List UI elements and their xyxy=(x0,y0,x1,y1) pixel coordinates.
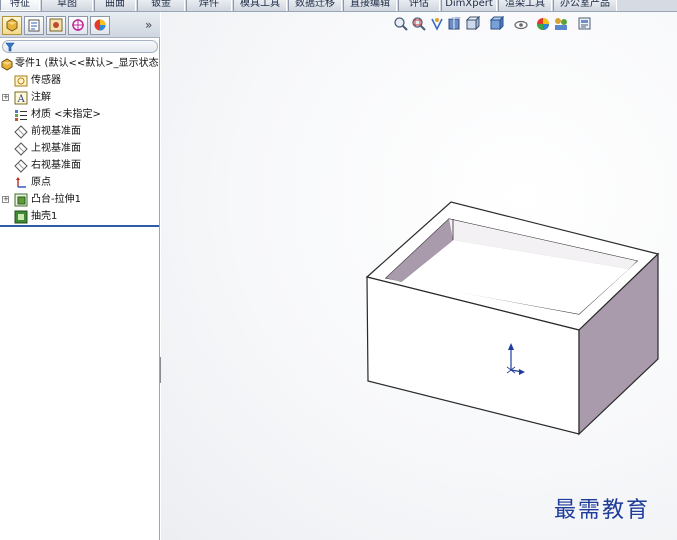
tree-item-label: 原点 xyxy=(31,177,51,188)
feature-manager-panel: » 零件1 (默认<<默认>_显示状态 传感器 + A 注解 材质 <未指定> xyxy=(0,12,160,540)
display-manager-icon xyxy=(94,19,106,31)
tab-weldments[interactable]: 焊件 xyxy=(186,0,232,11)
configuration-manager-tab[interactable] xyxy=(46,16,66,35)
solidworks-window: 特征 草图 曲面 钣金 焊件 模具工具 数据迁移 直接编辑 评估 DimXper… xyxy=(0,0,677,540)
dimxpert-manager-tab[interactable] xyxy=(68,16,88,35)
tab-office-products[interactable]: 办公室产品 xyxy=(553,0,617,11)
tab-evaluate[interactable]: 评估 xyxy=(398,0,440,11)
shell-icon xyxy=(14,210,28,224)
plane-icon xyxy=(14,159,28,173)
tab-dimxpert[interactable]: DimXpert xyxy=(441,0,497,11)
origin-icon xyxy=(16,177,26,188)
tree-item-boss-extrude[interactable]: + 凸台-拉伸1 xyxy=(0,192,160,208)
plane-icon xyxy=(14,142,28,156)
tab-data-migration[interactable]: 数据迁移 xyxy=(288,0,342,11)
tab-features[interactable]: 特征 xyxy=(0,0,40,11)
svg-text:A: A xyxy=(17,94,26,105)
tree-item-label: 凸台-拉伸1 xyxy=(31,194,81,205)
tree-item-label: 材质 <未指定> xyxy=(31,109,101,120)
dimxpert-manager-icon xyxy=(72,19,84,31)
tree-item-material[interactable]: 材质 <未指定> xyxy=(0,107,160,123)
tree-item-origin[interactable]: 原点 xyxy=(0,175,160,191)
part-model-3d[interactable] xyxy=(161,12,677,540)
tree-item-label: 上视基准面 xyxy=(31,143,81,154)
sensor-icon xyxy=(14,75,28,87)
tree-item-top-plane[interactable]: 上视基准面 xyxy=(0,141,160,157)
tree-item-shell[interactable]: 抽壳1 xyxy=(0,209,160,225)
expand-toggle[interactable]: + xyxy=(2,196,9,203)
panel-tab-bar: » xyxy=(0,12,160,38)
tab-direct-editing[interactable]: 直接编辑 xyxy=(343,0,397,11)
feature-manager-tab[interactable] xyxy=(2,16,22,35)
command-manager-tabs: 特征 草图 曲面 钣金 焊件 模具工具 数据迁移 直接编辑 评估 DimXper… xyxy=(0,0,677,12)
tree-item-label: 右视基准面 xyxy=(31,160,81,171)
tree-item-label: 抽壳1 xyxy=(31,211,58,222)
watermark-text: 最需教育 xyxy=(554,498,651,523)
boss-extrude-icon xyxy=(14,193,28,207)
configuration-manager-icon xyxy=(49,18,63,32)
tab-render-tools[interactable]: 渲染工具 xyxy=(498,0,552,11)
annotation-icon: A xyxy=(14,91,28,105)
graphics-area[interactable]: 最需教育 xyxy=(161,12,677,540)
tree-root-label: 零件1 (默认<<默认>_显示状态 xyxy=(15,58,159,69)
tab-mold-tools[interactable]: 模具工具 xyxy=(233,0,287,11)
expand-toggle[interactable]: + xyxy=(2,94,9,101)
tree-item-annotations[interactable]: + A 注解 xyxy=(0,90,160,106)
tree-item-right-plane[interactable]: 右视基准面 xyxy=(0,158,160,174)
part-icon xyxy=(1,58,13,71)
tree-item-sensors[interactable]: 传感器 xyxy=(0,73,160,89)
tree-item-label: 前视基准面 xyxy=(31,126,81,137)
tree-item-label: 注解 xyxy=(31,92,51,103)
feature-manager-icon xyxy=(6,18,18,32)
rollback-bar[interactable] xyxy=(0,225,159,227)
display-manager-tab[interactable] xyxy=(90,16,110,35)
plane-icon xyxy=(14,125,28,139)
tree-root-part[interactable]: 零件1 (默认<<默认>_显示状态 xyxy=(0,56,160,72)
tree-item-label: 传感器 xyxy=(31,75,61,86)
tree-item-front-plane[interactable]: 前视基准面 xyxy=(0,124,160,140)
filter-icon xyxy=(5,42,15,52)
tree-filter[interactable] xyxy=(2,40,158,53)
tab-sheet-metal[interactable]: 钣金 xyxy=(137,0,185,11)
property-manager-icon xyxy=(28,19,40,32)
panel-more-chevron[interactable]: » xyxy=(145,18,152,32)
property-manager-tab[interactable] xyxy=(24,16,44,35)
material-icon xyxy=(15,110,27,121)
tab-surfaces[interactable]: 曲面 xyxy=(94,0,136,11)
tab-sketch[interactable]: 草图 xyxy=(41,0,93,11)
